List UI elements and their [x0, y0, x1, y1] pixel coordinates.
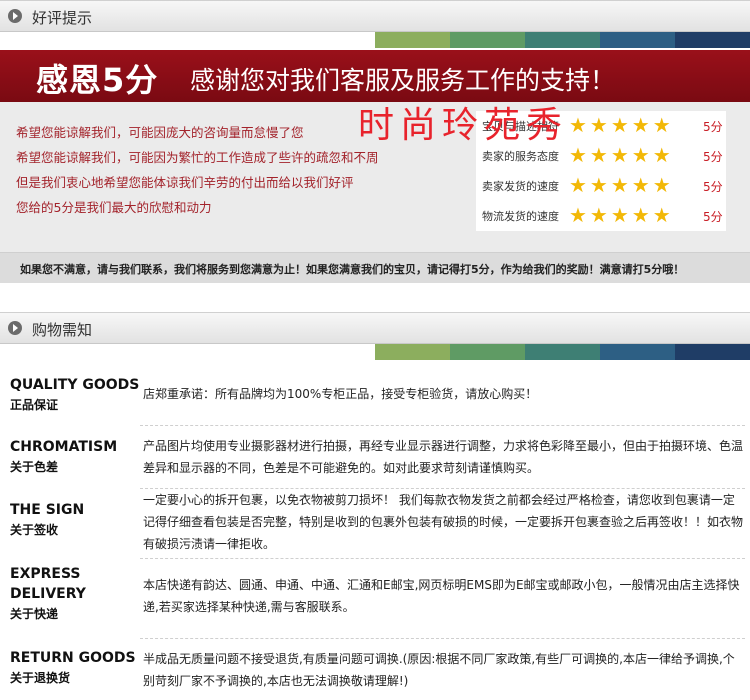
strip-segment: [225, 344, 300, 360]
notice-title-zh: 关于签收: [10, 523, 59, 537]
banner-message: 感谢您对我们客服及服务工作的支持！: [190, 66, 616, 95]
notice-text: 店郑重承诺：所有品牌均为100%专柜正品，接受专柜验货，请放心购买！: [143, 387, 538, 401]
banner-headline: 感恩5分: [36, 61, 159, 99]
rating-score: 5分: [703, 210, 723, 224]
notice-title: QUALITY GOODS 正品保证: [10, 375, 140, 415]
strip-segment: [0, 344, 75, 360]
color-strip: [0, 344, 750, 360]
notice-text: 半成品无质量问题不接受退货,有质量问题可调换.(原因:根据不同厂家政策,有些厂可…: [143, 652, 735, 688]
strip-segment: [450, 344, 525, 360]
strip-segment: [300, 344, 375, 360]
notice-title-zh: 关于色差: [10, 460, 59, 474]
strip-segment: [150, 344, 225, 360]
strip-segment: [600, 344, 675, 360]
divider: [140, 558, 745, 559]
notice-section-header: 购物需知: [0, 312, 750, 344]
thanks-banner: 感恩5分 感谢您对我们客服及服务工作的支持！: [0, 50, 750, 102]
strip-segment: [75, 32, 150, 48]
shop-signature: 时尚玲苑秀: [358, 105, 569, 146]
color-strip: [0, 32, 750, 48]
notice-title-en: QUALITY GOODS: [10, 377, 140, 393]
notice-title-zh: 关于快递: [10, 607, 59, 621]
strip-segment: [225, 32, 300, 48]
notice-title: CHROMATISM 关于色差: [10, 437, 140, 477]
strip-segment: [0, 32, 75, 48]
notice-title-zh: 关于退换货: [10, 671, 71, 685]
notice-title-en: THE SIGN: [10, 502, 85, 518]
rating-label: 卖家发货的速度: [482, 180, 559, 193]
notice-section-title: 购物需知: [32, 321, 93, 339]
notice-title-en: RETURN GOODS: [10, 650, 136, 666]
strip-segment: [375, 344, 450, 360]
strip-segment: [600, 32, 675, 48]
arrow-right-icon: [8, 9, 22, 23]
rating-label: 物流发货的速度: [482, 210, 559, 223]
strip-segment: [675, 344, 750, 360]
notice-title-en: EXPRESS DELIVERY: [10, 566, 86, 602]
star-icon: ★★★★★: [569, 173, 674, 197]
strip-segment: [75, 344, 150, 360]
star-icon: ★★★★★: [569, 113, 674, 137]
notice-title-zh: 正品保证: [10, 398, 59, 412]
notice-title: EXPRESS DELIVERY 关于快递: [10, 564, 140, 624]
strip-segment: [150, 32, 225, 48]
notice-text: 本店快递有韵达、圆通、申通、中通、汇通和E邮宝,网页标明EMS即为E邮宝或邮政小…: [143, 578, 740, 614]
arrow-right-icon: [8, 321, 22, 335]
page: 好评提示 感恩5分 感谢您对我们客服及服务工作的支持！ 希望您能谅解我们，可能因…: [0, 0, 750, 700]
strip-segment: [525, 344, 600, 360]
strip-segment: [525, 32, 600, 48]
rating-row: 卖家发货的速度 ★★★★★ 5分: [476, 171, 726, 199]
rating-score: 5分: [703, 120, 723, 134]
notice-text: 一定要小心的拆开包裹，以免衣物被剪刀损坏！ 我们每款衣物发货之前都会经过严格检查…: [143, 493, 744, 551]
notice-text: 产品图片均使用专业摄影器材进行拍摄，再经专业显示器进行调整，力求将色彩降至最小，…: [143, 439, 744, 475]
strip-segment: [450, 32, 525, 48]
rating-score: 5分: [703, 180, 723, 194]
review-footer: 如果您不满意，请与我们联系，我们将服务到您满意为止！如果您满意我们的宝贝，请记得…: [0, 252, 750, 283]
divider: [140, 638, 745, 639]
hope-line: 您给的5分是我们最大的欣慰和动力: [16, 200, 212, 215]
review-section-title: 好评提示: [32, 9, 93, 27]
notice-title-en: CHROMATISM: [10, 439, 118, 455]
review-section-header: 好评提示: [0, 0, 750, 32]
review-footer-text: 如果您不满意，请与我们联系，我们将服务到您满意为止！如果您满意我们的宝贝，请记得…: [20, 263, 685, 276]
star-icon: ★★★★★: [569, 143, 674, 167]
rating-label: 卖家的服务态度: [482, 150, 559, 163]
strip-segment: [300, 32, 375, 48]
rating-row: 物流发货的速度 ★★★★★ 5分: [476, 201, 726, 229]
hope-line: 但是我们衷心地希望您能体谅我们辛劳的付出而给以我们好评: [16, 175, 354, 190]
strip-segment: [675, 32, 750, 48]
notice-title: RETURN GOODS 关于退换货: [10, 648, 140, 688]
rating-score: 5分: [703, 150, 723, 164]
notice-title: THE SIGN 关于签收: [10, 500, 140, 540]
divider: [140, 425, 745, 426]
strip-segment: [375, 32, 450, 48]
hope-line: 希望您能谅解我们，可能因为繁忙的工作造成了些许的疏忽和不周: [16, 150, 379, 165]
star-icon: ★★★★★: [569, 203, 674, 227]
